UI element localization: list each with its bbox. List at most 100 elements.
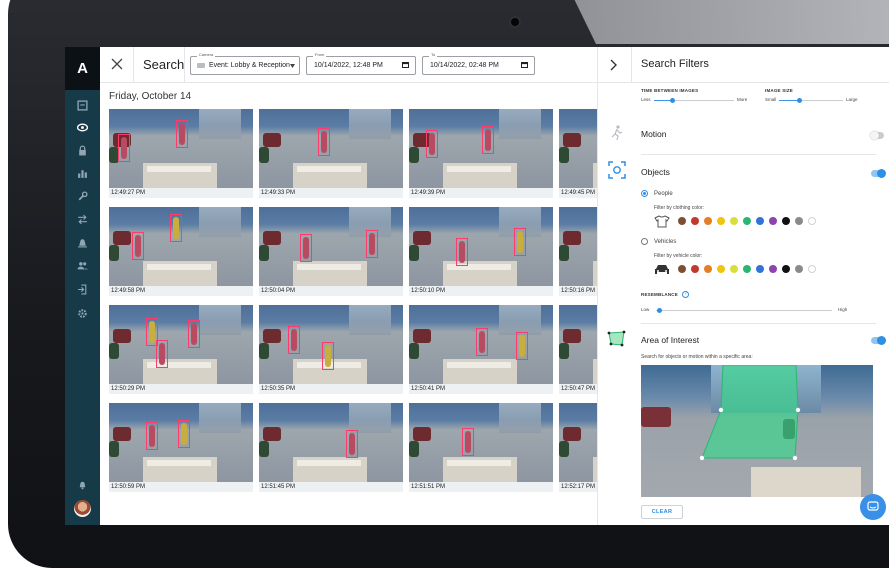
color-swatch[interactable] [678,265,686,273]
detection-box [366,230,378,258]
image-size-fill [779,100,799,101]
filters-title: Search Filters [641,58,709,70]
detection-box [170,214,182,242]
chat-button[interactable] [860,494,886,520]
area-polygon[interactable] [641,365,873,497]
color-swatch[interactable] [717,217,725,225]
calendar-icon[interactable] [521,62,528,68]
bar-chart-icon[interactable] [76,167,89,180]
result-thumbnail[interactable]: 12:51:45 PM [259,403,403,492]
result-thumbnail[interactable]: 12:50:10 PM [409,207,553,296]
camera-select[interactable]: Camera Event: Lobby & Reception [190,52,300,75]
thumbnail-timestamp: 12:50:47 PM [561,386,596,392]
result-thumbnail[interactable]: 12:50:16 PM [559,207,597,296]
camera-snapshot [259,403,403,482]
result-thumbnail[interactable]: 12:49:45 PM [559,109,597,198]
result-thumbnail[interactable]: 12:49:27 PM [109,109,253,198]
color-swatch[interactable] [691,265,699,273]
app-logo: A [65,47,100,90]
color-swatch[interactable] [782,217,790,225]
transfer-icon[interactable] [76,213,89,226]
close-icon[interactable] [110,57,124,71]
people-radio[interactable] [641,190,648,197]
detection-box [482,126,494,154]
image-size-label: IMAGE SIZE [765,88,794,93]
bell-icon[interactable] [76,478,89,491]
color-swatch[interactable] [769,217,777,225]
result-thumbnail[interactable]: 12:50:35 PM [259,305,403,394]
area-of-interest-title: Area of Interest [641,335,700,345]
page-title: Search [143,57,185,72]
color-swatch[interactable] [743,265,751,273]
clear-button[interactable]: CLEAR [641,505,683,519]
result-thumbnail[interactable]: 12:50:41 PM [409,305,553,394]
result-thumbnail[interactable]: 12:52:17 PM [559,403,597,492]
result-thumbnail[interactable]: 12:50:04 PM [259,207,403,296]
time-between-slider[interactable] [670,98,675,103]
dashboard-icon[interactable] [76,99,89,112]
color-swatch[interactable] [717,265,725,273]
camera-snapshot [109,403,253,482]
image-size-slider[interactable] [797,98,802,103]
time-between-max: More [737,97,748,102]
color-swatch[interactable] [704,217,712,225]
calendar-icon[interactable] [402,62,409,68]
alarm-icon[interactable] [76,236,89,249]
color-swatch[interactable] [808,265,816,273]
color-swatch[interactable] [730,217,738,225]
result-thumbnail[interactable]: 12:49:58 PM [109,207,253,296]
result-thumbnail[interactable]: 12:50:59 PM [109,403,253,492]
results-grid: Friday, October 14 12:49:27 PM 12:49:33 P… [100,83,597,525]
color-swatch[interactable] [730,265,738,273]
to-datetime-field[interactable]: To 10/14/2022, 02:48 PM [422,52,535,75]
eye-icon[interactable] [76,121,89,134]
camera-snapshot [259,305,403,384]
vehicles-radio[interactable] [641,238,648,245]
color-swatch[interactable] [808,217,816,225]
thumbnail-timestamp: 12:50:35 PM [261,386,296,392]
color-swatch[interactable] [795,265,803,273]
time-between-min: Less [641,97,651,102]
detection-box [318,128,330,156]
users-icon[interactable] [76,259,89,272]
avatar[interactable] [74,500,91,517]
area-of-interest-canvas[interactable] [641,365,873,497]
result-thumbnail[interactable]: 12:51:51 PM [409,403,553,492]
area-of-interest-toggle[interactable] [871,336,886,345]
objects-title: Objects [641,167,670,177]
resemblance-track [656,310,832,311]
result-thumbnail[interactable]: 12:49:39 PM [409,109,553,198]
color-swatch[interactable] [756,265,764,273]
objects-toggle[interactable] [871,169,886,178]
gear-icon[interactable] [76,307,89,320]
chevron-right-icon[interactable] [610,59,618,71]
app-screen: A Search Camera Event: Lobby & Reception [65,47,889,525]
from-datetime-field[interactable]: From 10/14/2022, 12:48 PM [306,52,416,75]
color-swatch[interactable] [743,217,751,225]
result-thumbnail[interactable]: 12:50:29 PM [109,305,253,394]
result-thumbnail[interactable]: 12:49:33 PM [259,109,403,198]
color-swatch[interactable] [678,217,686,225]
divider [641,154,876,155]
motion-toggle[interactable] [870,131,884,140]
result-thumbnail[interactable]: 12:50:47 PM [559,305,597,394]
logout-icon[interactable] [76,283,89,296]
lock-icon[interactable] [76,144,89,157]
thumbnail-timestamp: 12:50:29 PM [111,386,146,392]
chat-icon [867,501,879,511]
to-value: 10/14/2022, 02:48 PM [430,62,499,69]
color-swatch[interactable] [782,265,790,273]
detection-box [426,130,438,158]
detection-box [322,342,334,370]
color-swatch[interactable] [756,217,764,225]
color-swatch[interactable] [691,217,699,225]
color-swatch[interactable] [795,217,803,225]
detection-box [300,234,312,262]
color-swatch[interactable] [704,265,712,273]
color-swatch[interactable] [769,265,777,273]
resemblance-slider[interactable] [657,308,662,313]
help-icon[interactable]: ? [682,291,689,298]
wrench-icon[interactable] [76,190,89,203]
camera-snapshot [409,305,553,384]
filters-header: Search Filters [598,47,889,83]
